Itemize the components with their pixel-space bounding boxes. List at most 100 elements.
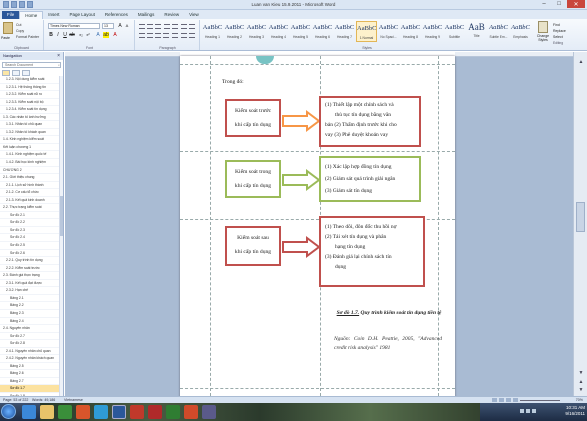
cut-button[interactable]: Cut: [16, 23, 21, 27]
nav-heading-item[interactable]: 1.3. Các nhân tố ảnh hưởng: [0, 114, 60, 122]
nav-heading-item[interactable]: 1.3.1. Nhân tố chủ quan: [0, 121, 60, 129]
nav-heading-item[interactable]: Sơ đồ 2.3: [0, 227, 60, 235]
tab-review[interactable]: Review: [159, 11, 184, 19]
subscript-icon[interactable]: x₂: [78, 32, 84, 38]
word-app-icon[interactable]: [3, 1, 9, 8]
tab-home[interactable]: Home: [19, 11, 44, 19]
in-lending-steps-box[interactable]: (1) Xác lập hợp đồng tín dụng (2) Giám s…: [319, 156, 421, 202]
font-name-select[interactable]: Times New Roman: [48, 23, 100, 29]
redo-icon[interactable]: [27, 1, 33, 8]
text-effects-icon[interactable]: A: [95, 32, 101, 38]
tab-insert[interactable]: Insert: [43, 11, 64, 19]
paste-icon[interactable]: [3, 22, 13, 34]
shrink-font-icon[interactable]: A: [124, 23, 130, 29]
align-right-icon[interactable]: [155, 33, 161, 38]
app-icon[interactable]: [202, 405, 216, 419]
style-item[interactable]: AaB Title: [466, 21, 487, 42]
nav-heading-item[interactable]: 2.1.3. Kết quả kinh doanh: [0, 197, 60, 205]
borders-icon[interactable]: [189, 33, 195, 38]
style-item[interactable]: AaBbC Heading 5: [290, 21, 311, 42]
vertical-scrollbar[interactable]: ▲ ▼ ▲ ▼: [573, 52, 587, 397]
volume-icon[interactable]: [526, 409, 530, 413]
style-item[interactable]: AaBbC Heading 7: [334, 21, 355, 42]
increase-indent-icon[interactable]: [172, 24, 178, 29]
strikethrough-icon[interactable]: ab: [69, 32, 75, 38]
nav-heading-item[interactable]: 2.3.1. Kết quả đạt được: [0, 280, 60, 288]
nav-heading-item[interactable]: Bảng 2.1: [0, 295, 60, 303]
tab-file[interactable]: File: [2, 11, 20, 19]
start-button-icon[interactable]: [1, 404, 16, 419]
media-player-icon[interactable]: [58, 405, 72, 419]
bullets-icon[interactable]: [139, 24, 145, 29]
nav-heading-item[interactable]: Bảng 2.2: [0, 302, 60, 310]
tab-view[interactable]: View: [184, 11, 204, 19]
post-lending-steps-box[interactable]: (1) Theo dõi, đôn đốc thu hồi nợ (2) Tái…: [319, 216, 425, 287]
style-item[interactable]: AaBbC Emphasis: [510, 21, 531, 42]
post-lending-control-box[interactable]: Kiểm soát sau khi cấp tín dụng: [225, 226, 281, 266]
style-item[interactable]: AaBbC Heading 8: [400, 21, 421, 42]
nav-heading-item[interactable]: 1.2.3. Nội dung kiểm soát: [0, 76, 60, 84]
zoom-slider[interactable]: [520, 400, 560, 401]
undo-icon[interactable]: [19, 1, 25, 8]
nav-heading-item[interactable]: 1.4.2. Bài học kinh nghiệm: [0, 159, 60, 167]
nav-heading-item[interactable]: 2.2. Thực trạng kiểm soát: [0, 204, 60, 212]
font-size-select[interactable]: 13: [102, 23, 114, 29]
style-item[interactable]: AaBbC Heading 9: [422, 21, 443, 42]
scroll-up-icon[interactable]: ▲: [577, 59, 585, 65]
decrease-indent-icon[interactable]: [164, 24, 170, 29]
nav-heading-item[interactable]: 2.2.2. Kiểm soát trước: [0, 265, 60, 273]
style-item-selected[interactable]: AaBbC 1 Normal: [356, 21, 377, 42]
nav-heading-item[interactable]: 2.1.2. Cơ cấu tổ chức: [0, 189, 60, 197]
nav-heading-item[interactable]: 2.2.1. Quy trình tín dụng: [0, 257, 60, 265]
bold-icon[interactable]: B: [48, 32, 54, 38]
paste-button[interactable]: Paste: [1, 36, 10, 40]
nav-heading-item[interactable]: CHƯƠNG 2: [0, 167, 60, 175]
navigation-scrollbar[interactable]: [59, 76, 63, 396]
minimize-button[interactable]: –: [537, 0, 551, 8]
nav-heading-item[interactable]: 2.1.1. Lịch sử hình thành: [0, 182, 60, 190]
nav-heading-item[interactable]: Sơ đồ 2.6: [0, 250, 60, 258]
grow-font-icon[interactable]: A: [117, 23, 123, 29]
folder-icon[interactable]: [40, 405, 54, 419]
close-button[interactable]: ✕: [567, 0, 585, 8]
nav-heading-item[interactable]: Bảng 2.4: [0, 318, 60, 326]
pre-lending-steps-box[interactable]: (1) Thiết lập một chính sách và thủ tục …: [319, 96, 421, 147]
navigation-search-input[interactable]: Search Document ⌕: [2, 62, 61, 68]
tab-page-layout[interactable]: Page Layout: [65, 11, 100, 19]
style-item[interactable]: AaBbC Subtle Em...: [488, 21, 509, 42]
line-spacing-icon[interactable]: [172, 33, 178, 38]
nav-heading-item[interactable]: 2.3.2. Hạn chế: [0, 287, 60, 295]
next-page-icon[interactable]: ▼: [577, 387, 585, 393]
highlight-icon[interactable]: ab: [103, 32, 109, 38]
nav-heading-item[interactable]: 2.4.2. Nguyên nhân khách quan: [0, 355, 60, 363]
clock[interactable]: 10:31 AM 9/16/2011: [565, 405, 585, 417]
full-screen-icon[interactable]: [499, 398, 504, 402]
nav-heading-item[interactable]: 1.3.2. Nhân tố khách quan: [0, 129, 60, 137]
sort-icon[interactable]: [181, 24, 187, 29]
nav-heading-item[interactable]: 1.2.3.1. Hệ thống thông tin: [0, 84, 60, 92]
show-marks-icon[interactable]: [189, 24, 195, 29]
style-item[interactable]: AaBbC Heading 2: [224, 21, 245, 42]
scroll-thumb[interactable]: [576, 202, 585, 232]
style-item[interactable]: AaBbC Heading 6: [312, 21, 333, 42]
align-left-icon[interactable]: [139, 33, 145, 38]
style-item[interactable]: AaBbC No Spaci...: [378, 21, 399, 42]
nav-heading-item[interactable]: Sơ đồ 1.7: [0, 385, 60, 393]
web-layout-icon[interactable]: [506, 398, 511, 402]
maximize-button[interactable]: □: [552, 0, 566, 8]
close-icon[interactable]: ×: [57, 52, 60, 60]
tab-references[interactable]: References: [100, 11, 133, 19]
save-icon[interactable]: [11, 1, 17, 8]
nav-heading-item[interactable]: Sơ đồ 2.5: [0, 242, 60, 250]
multilevel-list-icon[interactable]: [155, 24, 161, 29]
scroll-down-icon[interactable]: ▼: [577, 370, 585, 376]
tab-mailings[interactable]: Mailings: [133, 11, 160, 19]
numbering-icon[interactable]: [147, 24, 153, 29]
nav-heading-item[interactable]: Bảng 2.6: [0, 370, 60, 378]
nav-heading-item[interactable]: Bảng 2.5: [0, 363, 60, 371]
skype-icon[interactable]: [94, 405, 108, 419]
pre-lending-control-box[interactable]: Kiểm soát trước khi cấp tín dụng: [225, 99, 281, 137]
font-color-icon[interactable]: A: [112, 32, 118, 38]
nav-heading-item[interactable]: 2.4. Nguyên nhân: [0, 325, 60, 333]
network-icon[interactable]: [520, 409, 524, 413]
